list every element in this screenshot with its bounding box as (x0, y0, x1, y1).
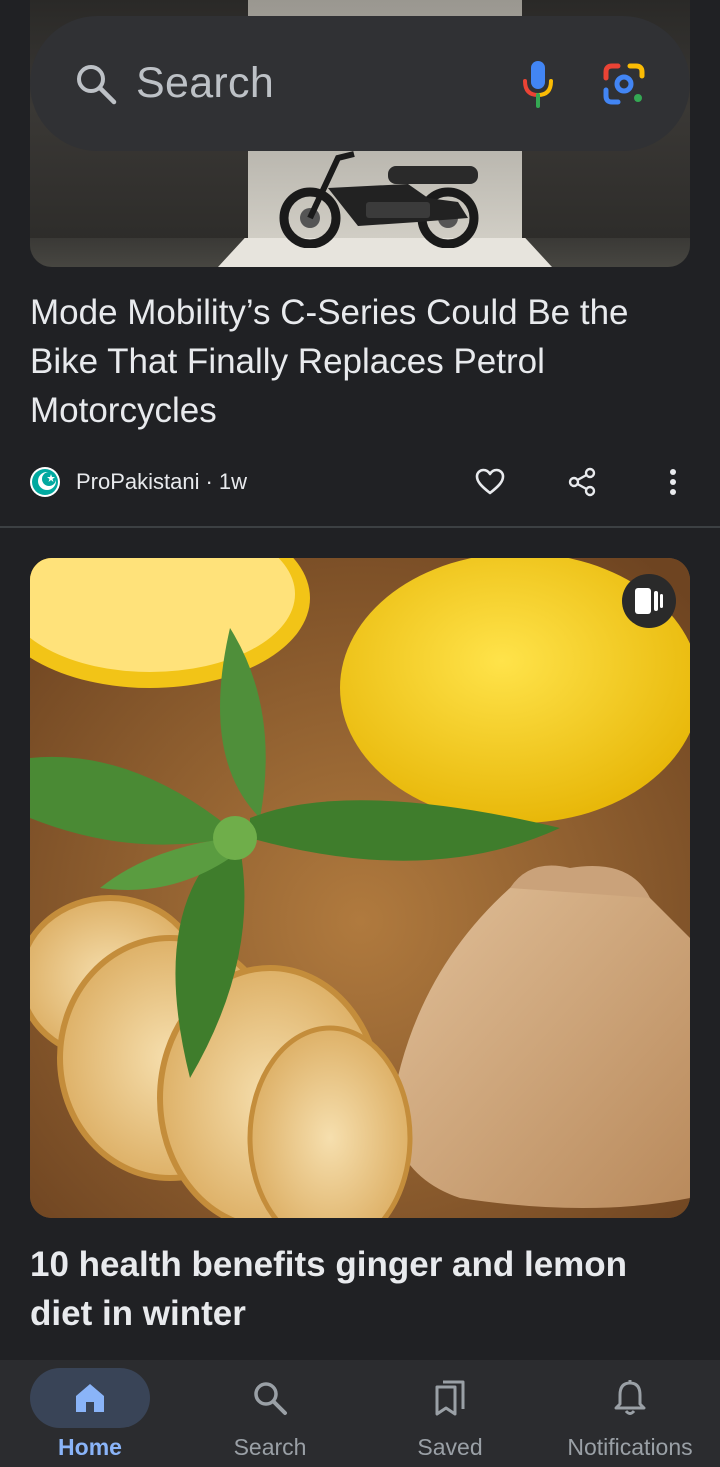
home-icon (72, 1380, 108, 1416)
nav-label: Home (58, 1434, 122, 1460)
nav-label: Search (233, 1434, 307, 1460)
microphone-icon[interactable] (520, 59, 556, 109)
google-lens-icon[interactable] (602, 62, 646, 106)
publisher-name[interactable]: ProPakistani (76, 469, 200, 495)
search-bar[interactable]: Search (30, 16, 690, 151)
article-age: 1w (218, 469, 247, 494)
nav-search[interactable]: Search (180, 1360, 360, 1467)
heart-icon (475, 468, 505, 495)
bell-icon (612, 1380, 648, 1416)
share-icon (568, 467, 596, 497)
nav-notifications[interactable]: Notifications (540, 1360, 720, 1467)
more-options-button[interactable] (656, 465, 690, 499)
nav-saved[interactable]: Saved (360, 1360, 540, 1467)
nav-label: Notifications (567, 1434, 693, 1460)
web-story-badge (622, 574, 676, 628)
article-title[interactable]: 10 health benefits ginger and lemon diet… (30, 1240, 690, 1338)
share-button[interactable] (565, 465, 599, 499)
nav-label: Saved (417, 1434, 483, 1460)
meta-separator: · (205, 469, 213, 494)
more-vertical-icon (670, 469, 676, 495)
article-image-ginger-lemon[interactable] (30, 558, 690, 1218)
bottom-navigation: Home Search Saved Notifications (0, 1360, 720, 1467)
article-title[interactable]: Mode Mobility’s C-Series Could Be the Bi… (30, 288, 690, 435)
ginger-lemon-illustration (30, 558, 690, 1218)
like-button[interactable] (473, 465, 507, 499)
web-story-icon (635, 588, 663, 614)
publisher-logo-icon (30, 467, 60, 497)
saved-icon (432, 1380, 468, 1416)
search-icon (77, 64, 117, 104)
card-divider (0, 526, 720, 528)
search-icon (252, 1380, 288, 1416)
nav-home[interactable]: Home (0, 1360, 180, 1467)
article-meta: ProPakistani · 1w (30, 462, 690, 502)
search-input[interactable]: Search (136, 59, 520, 108)
motorbike-illustration (279, 151, 479, 248)
